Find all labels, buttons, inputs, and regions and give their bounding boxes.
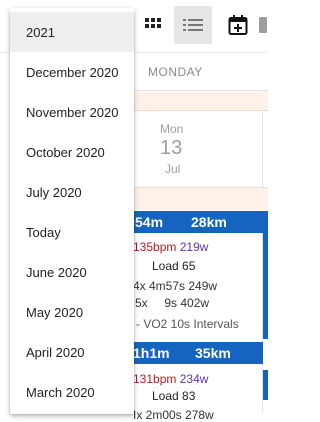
dropdown-item-october-2020[interactable]: October 2020: [10, 132, 134, 172]
date-day-name: Mon: [160, 122, 184, 136]
workout-interval-line: Ix 2m00s 278w: [133, 408, 214, 422]
add-event-button[interactable]: [219, 6, 257, 44]
workout-card-header[interactable]: 54m 28km: [129, 211, 263, 233]
grid-view-button[interactable]: [134, 6, 172, 44]
dropdown-item-november-2020[interactable]: November 2020: [10, 92, 134, 132]
weekday-header: MONDAY: [134, 53, 268, 91]
more-icon: [259, 17, 267, 33]
dropdown-item-june-2020[interactable]: June 2020: [10, 252, 134, 292]
workout-title[interactable]: - VO2 10s Intervals: [136, 317, 239, 331]
workout-load: Load 65: [152, 259, 196, 273]
dropdown-item-july-2020[interactable]: July 2020: [10, 172, 134, 212]
list-view-button[interactable]: [174, 6, 212, 44]
workout-distance: 35km: [195, 345, 231, 361]
dropdown-item-today[interactable]: Today: [10, 212, 134, 252]
dropdown-item-april-2020[interactable]: April 2020: [10, 332, 134, 372]
workout-interval-line: 5x 9s 402w: [135, 296, 210, 310]
weekday-label: MONDAY: [148, 65, 203, 79]
workout-duration: 54m: [135, 214, 164, 230]
workout-duration: 1h1m: [133, 345, 170, 361]
workout-metrics: 135bpm 219w: [133, 240, 208, 254]
workout-metrics: 131bpm 234w: [133, 372, 208, 386]
dropdown-item-2021[interactable]: 2021: [10, 12, 134, 52]
more-button[interactable]: [258, 6, 268, 44]
date-jump-dropdown: 2021 December 2020 November 2020 October…: [10, 8, 134, 414]
date-day-number: 13: [160, 137, 183, 159]
dropdown-item-may-2020[interactable]: May 2020: [10, 292, 134, 332]
dropdown-item-december-2020[interactable]: December 2020: [10, 52, 134, 92]
list-view-icon: [183, 19, 203, 31]
workout-distance: 28km: [191, 214, 227, 230]
workout-load: Load 83: [152, 389, 196, 403]
calendar-add-icon: [228, 15, 248, 35]
workout-card-edge: [263, 370, 268, 400]
day-highlight-band: [134, 187, 268, 210]
week-highlight-band: [134, 92, 268, 111]
date-month: Jul: [165, 162, 181, 176]
workout-card-header[interactable]: 1h1m 35km: [129, 342, 263, 364]
dropdown-item-march-2020[interactable]: March 2020: [10, 372, 134, 412]
workout-power: 219w: [179, 240, 209, 254]
workout-card-edge: [263, 211, 268, 339]
workout-heart-rate: 135bpm: [133, 240, 177, 254]
workout-power: 234w: [179, 372, 209, 386]
workout-heart-rate: 131bpm: [133, 372, 177, 386]
grid-view-icon: [145, 18, 161, 28]
workout-interval-line: 4x 4m57s 249w: [133, 279, 218, 293]
